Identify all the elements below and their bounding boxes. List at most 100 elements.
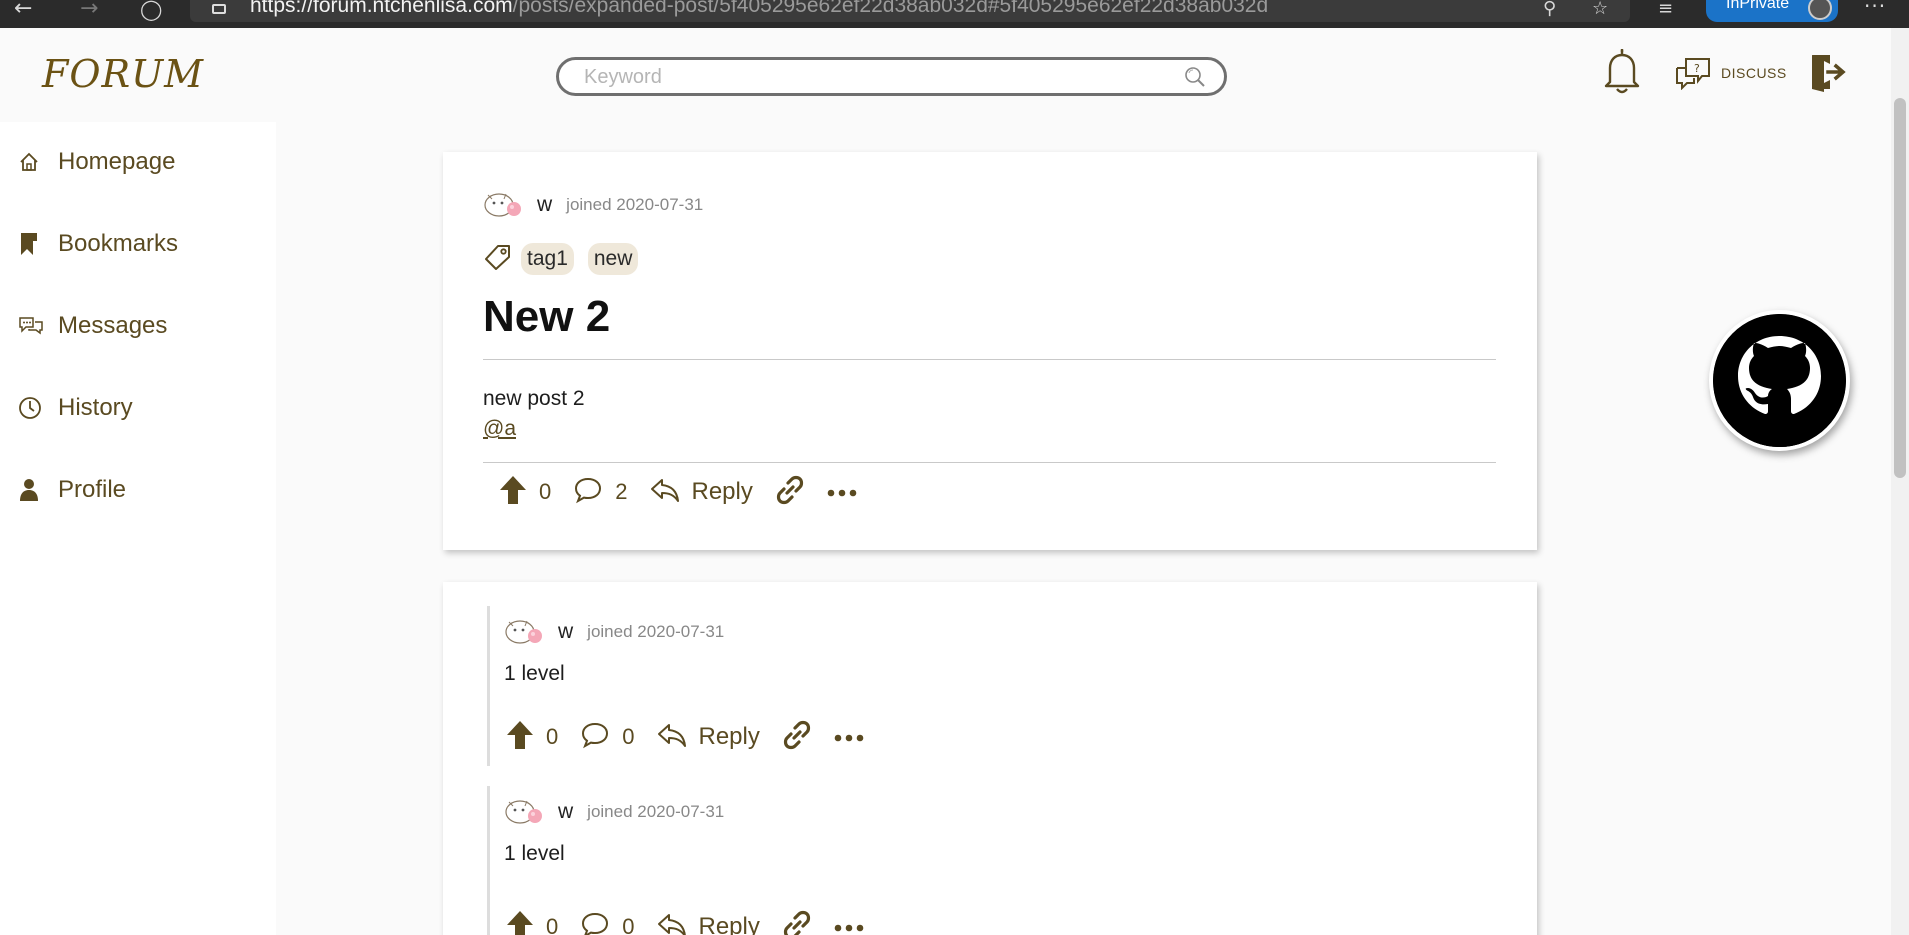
reply-button[interactable]: Reply [650, 477, 753, 507]
ellipsis-icon [827, 483, 857, 502]
link-icon [775, 475, 805, 509]
comment-actions: 0 0 Reply [506, 910, 886, 935]
discuss-link[interactable]: DISCUSS [1721, 65, 1787, 81]
link-icon [782, 910, 812, 935]
user-icon [18, 475, 58, 505]
sidebar-item-profile[interactable]: Profile [18, 470, 268, 510]
more-options-button[interactable] [827, 483, 857, 502]
comment-actions: 0 0 Reply [506, 720, 886, 754]
post-title: New 2 [483, 292, 611, 341]
profile-avatar [1808, 0, 1832, 20]
tag-icon [483, 242, 513, 276]
search-icon[interactable] [1184, 66, 1206, 92]
reply-label: Reply [698, 723, 760, 750]
collections-icon[interactable]: ≡ [1658, 0, 1673, 18]
upvote-button[interactable]: 0 [506, 910, 558, 935]
post-card: w joined 2020-07-31 tag1 new New 2 new p… [443, 152, 1537, 550]
svg-text:?: ? [1694, 62, 1700, 75]
tag-chip[interactable]: new [587, 243, 639, 275]
mention-link[interactable]: @a [483, 417, 516, 440]
sidebar-item-history[interactable]: History [18, 388, 268, 428]
github-icon[interactable] [1709, 310, 1850, 451]
browser-toolbar: ← → ◯ https://forum.ntchenlisa.com/posts… [0, 0, 1909, 28]
comment-count: 0 [622, 914, 635, 935]
clock-icon [18, 393, 58, 423]
address-bar[interactable]: https://forum.ntchenlisa.com/posts/expan… [190, 0, 1630, 22]
upvote-count: 0 [546, 724, 559, 749]
upvote-button[interactable]: 0 [499, 475, 551, 509]
upvote-button[interactable]: 0 [506, 720, 558, 754]
copy-link-button[interactable] [775, 475, 805, 509]
reply-label: Reply [691, 478, 753, 505]
comments-button[interactable]: 0 [580, 721, 635, 753]
more-options-button[interactable] [834, 918, 864, 935]
post-actions: 0 2 Reply [499, 475, 879, 509]
author-name[interactable]: w [537, 193, 552, 217]
key-icon[interactable]: ⚲ [1543, 0, 1556, 18]
author-name[interactable]: w [558, 620, 573, 644]
refresh-icon[interactable]: ◯ [140, 0, 162, 19]
comments-button[interactable]: 0 [580, 911, 635, 935]
comments-button[interactable]: 2 [573, 476, 628, 508]
author-name[interactable]: w [558, 800, 573, 824]
logout-icon[interactable] [1808, 52, 1848, 96]
avatar[interactable] [504, 794, 544, 830]
body-divider [483, 462, 1496, 463]
comments-card: w joined 2020-07-31 1 level 0 0 Reply w … [443, 582, 1537, 935]
comment-author-row: w joined 2020-07-31 [504, 614, 724, 650]
joined-date: joined 2020-07-31 [587, 802, 725, 821]
sidebar-item-label: Messages [58, 312, 168, 339]
browser-menu-icon[interactable]: ··· [1864, 0, 1886, 18]
reply-button[interactable]: Reply [657, 912, 760, 935]
scrollbar-thumb[interactable] [1894, 98, 1906, 478]
sidebar-item-label: History [58, 394, 133, 421]
comment-text: 1 level [504, 842, 565, 865]
messages-icon [18, 311, 58, 341]
link-icon [782, 720, 812, 754]
more-options-button[interactable] [834, 728, 864, 747]
sidebar: Homepage Bookmarks Messages History Prof… [0, 122, 276, 935]
upvote-count: 0 [539, 479, 552, 504]
sidebar-item-label: Homepage [58, 148, 176, 175]
page-scrollbar[interactable] [1891, 28, 1909, 935]
site-logo[interactable]: FORUM [42, 52, 204, 96]
forward-icon[interactable]: → [80, 0, 98, 20]
inprivate-badge[interactable]: InPrivate [1706, 0, 1838, 22]
ellipsis-icon [834, 918, 864, 935]
arrow-up-icon [506, 910, 534, 935]
copy-link-button[interactable] [782, 720, 812, 754]
post-body: new post 2 @a [483, 384, 585, 444]
url-text: https://forum.ntchenlisa.com/posts/expan… [250, 0, 1269, 17]
post-author-row: w joined 2020-07-31 [483, 187, 703, 223]
search-input[interactable] [584, 64, 1164, 90]
sidebar-item-bookmarks[interactable]: Bookmarks [18, 224, 268, 264]
comment-text: 1 level [504, 662, 565, 685]
home-icon [18, 147, 58, 177]
tag-list: tag1 new [483, 242, 639, 276]
bookmark-icon [18, 229, 58, 259]
upvote-count: 0 [546, 914, 559, 935]
arrow-up-icon [499, 475, 527, 509]
sidebar-item-homepage[interactable]: Homepage [18, 142, 268, 182]
arrow-up-icon [506, 720, 534, 754]
sidebar-item-messages[interactable]: Messages [18, 306, 268, 346]
bell-icon[interactable] [1602, 48, 1642, 100]
reply-label: Reply [698, 913, 760, 935]
copy-link-button[interactable] [782, 910, 812, 935]
reply-button[interactable]: Reply [657, 722, 760, 752]
discuss-icon[interactable]: ? [1674, 56, 1712, 94]
tag-chip[interactable]: tag1 [521, 243, 574, 275]
joined-date: joined 2020-07-31 [566, 195, 704, 214]
ellipsis-icon [834, 728, 864, 747]
sidebar-item-label: Bookmarks [58, 230, 179, 257]
comment-bubble-icon [580, 721, 610, 753]
title-divider [483, 359, 1496, 360]
favorite-star-icon[interactable]: ☆ [1592, 0, 1608, 18]
avatar[interactable] [504, 614, 544, 650]
comment-count: 0 [622, 724, 635, 749]
comment-author-row: w joined 2020-07-31 [504, 794, 724, 830]
avatar[interactable] [483, 187, 523, 223]
back-icon[interactable]: ← [14, 0, 32, 20]
lock-icon [212, 4, 226, 14]
comment-item: w joined 2020-07-31 1 level 0 0 Reply [487, 786, 1487, 935]
